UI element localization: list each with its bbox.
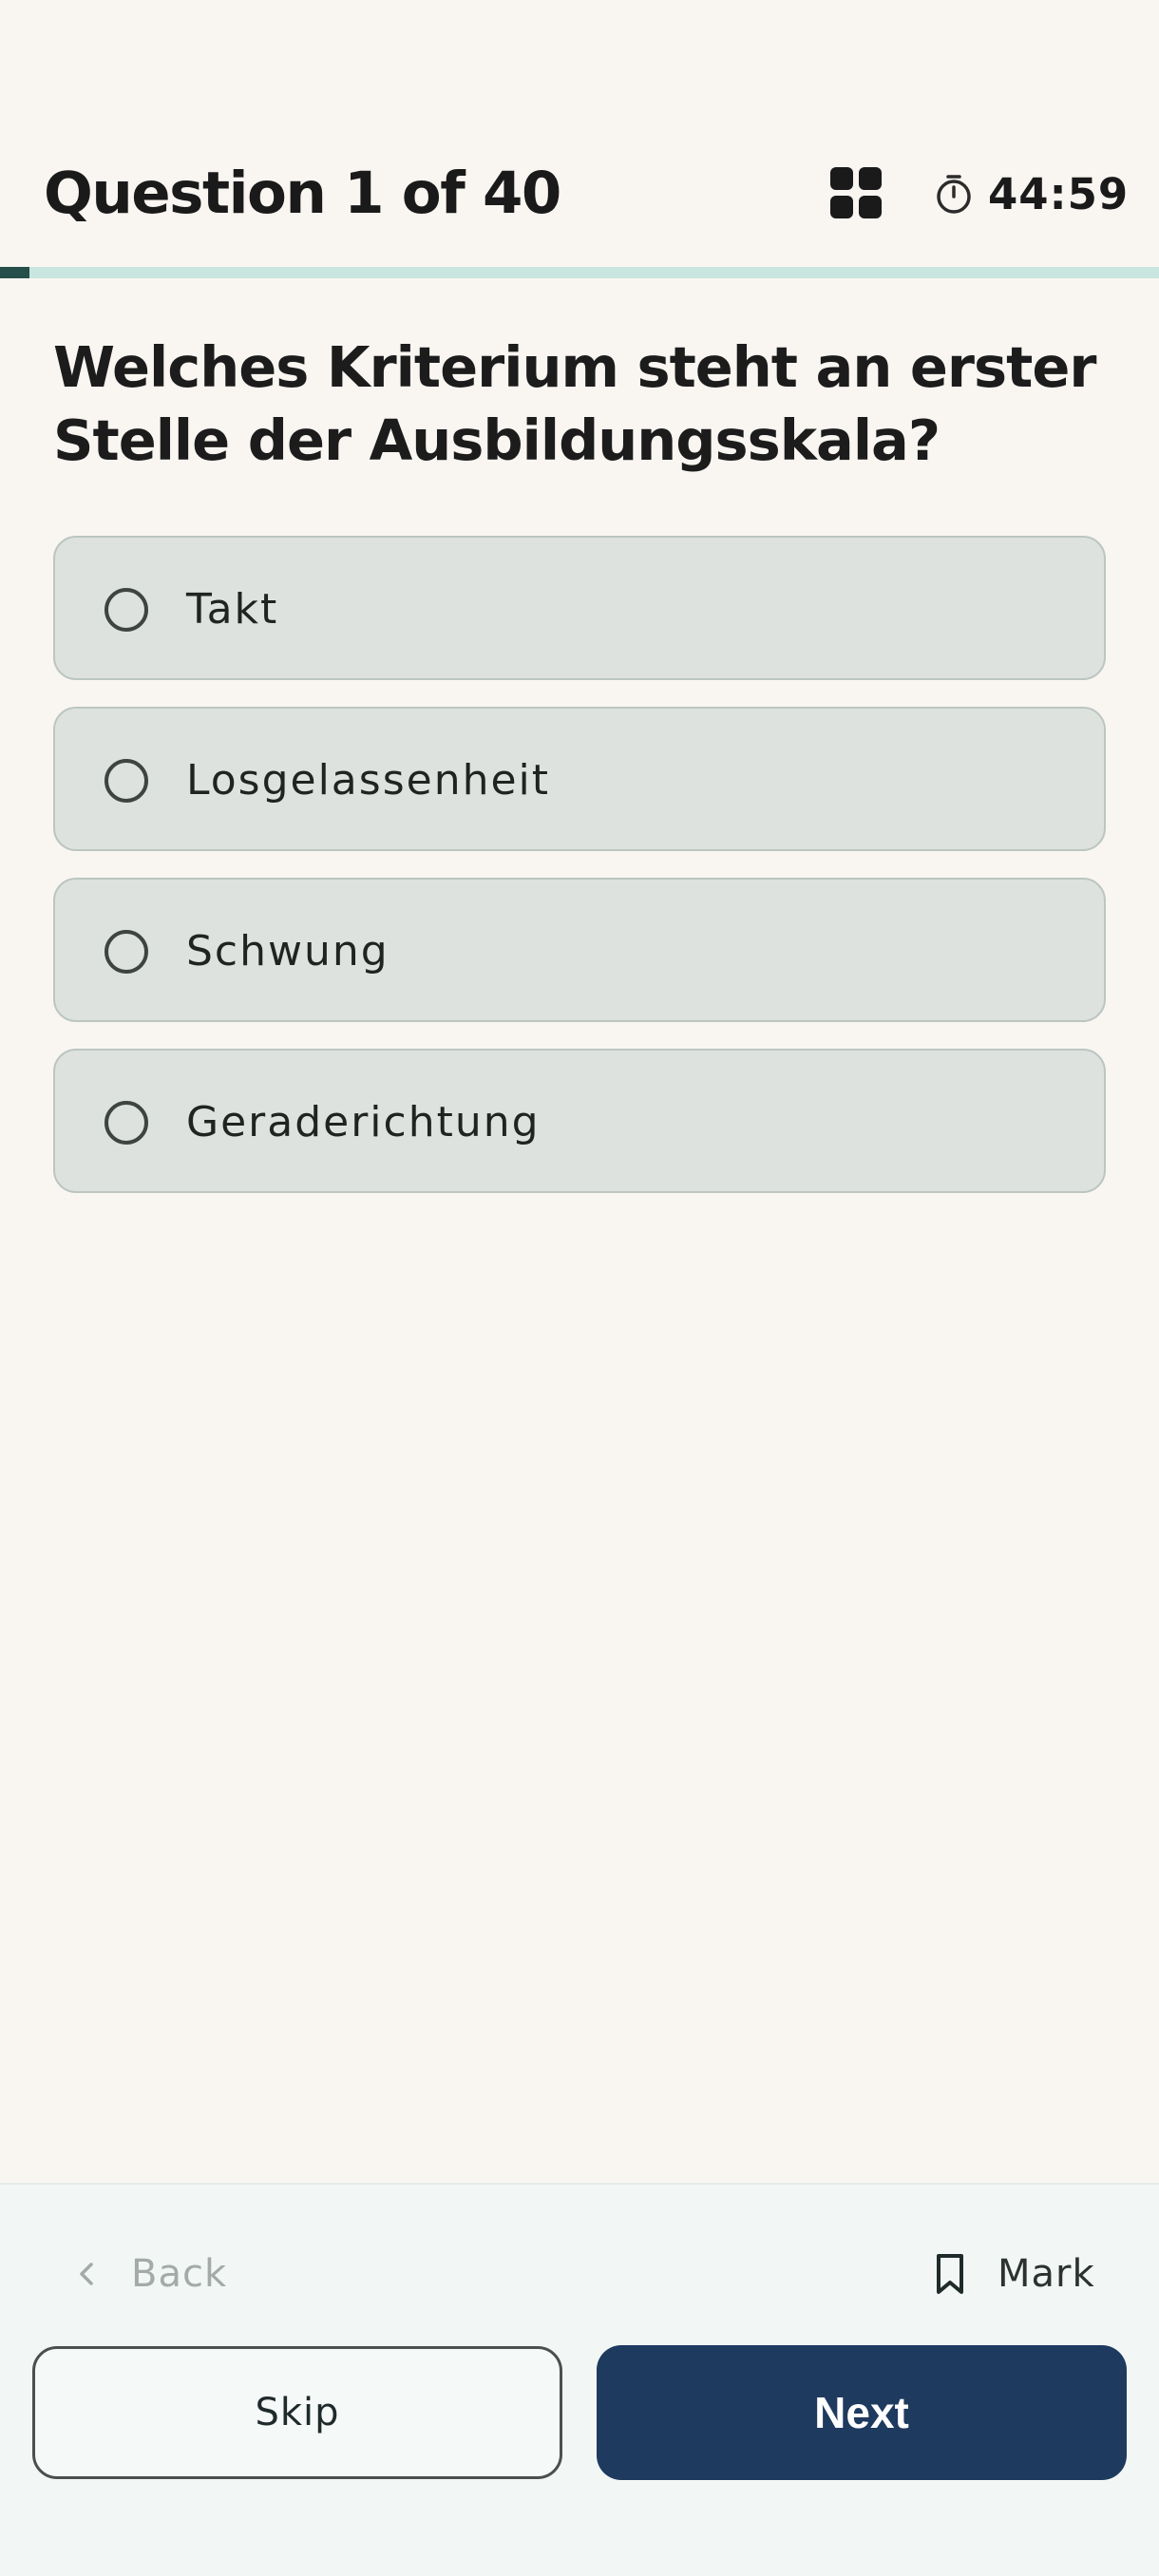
radio-button[interactable] bbox=[104, 759, 148, 803]
bookmark-icon bbox=[937, 2254, 963, 2294]
grid-cell bbox=[859, 167, 882, 190]
answer-option-label: Geraderichtung bbox=[186, 1098, 541, 1146]
question-counter: Question 1 of 40 bbox=[44, 160, 561, 227]
next-button[interactable]: Next bbox=[597, 2345, 1127, 2480]
next-label: Next bbox=[814, 2388, 909, 2437]
answer-option-label: Schwung bbox=[186, 927, 390, 975]
radio-button[interactable] bbox=[104, 930, 148, 974]
answer-option-label: Losgelassenheit bbox=[186, 756, 551, 805]
answer-option-label: Takt bbox=[186, 585, 279, 634]
answer-option[interactable]: Losgelassenheit bbox=[53, 707, 1106, 851]
back-button[interactable]: Back bbox=[72, 2245, 227, 2302]
mark-label: Mark bbox=[998, 2252, 1095, 2296]
skip-button[interactable]: Skip bbox=[32, 2346, 562, 2479]
timer-value: 44:59 bbox=[988, 168, 1130, 219]
mark-button[interactable]: Mark bbox=[931, 2245, 1095, 2302]
skip-label: Skip bbox=[255, 2391, 340, 2434]
answer-options: Takt Losgelassenheit Schwung Geradericht… bbox=[53, 536, 1106, 1220]
progress-bar bbox=[0, 267, 1159, 278]
grid-cell bbox=[830, 167, 853, 190]
question-text: Welches Kriterium steht an erster Stelle… bbox=[53, 334, 1096, 473]
chevron-left-icon bbox=[80, 2263, 93, 2285]
back-label: Back bbox=[131, 2252, 228, 2296]
grid-cell bbox=[830, 196, 853, 218]
timer: 44:59 bbox=[933, 168, 1130, 219]
answer-option[interactable]: Geraderichtung bbox=[53, 1049, 1106, 1193]
question-grid-icon[interactable] bbox=[830, 167, 882, 218]
quiz-header: Question 1 of 40 44:59 bbox=[0, 142, 1159, 247]
radio-button[interactable] bbox=[104, 588, 148, 632]
answer-option[interactable]: Schwung bbox=[53, 878, 1106, 1022]
grid-cell bbox=[859, 196, 882, 218]
radio-button[interactable] bbox=[104, 1101, 148, 1145]
stopwatch-icon bbox=[937, 175, 971, 214]
progress-fill bbox=[0, 267, 29, 278]
answer-option[interactable]: Takt bbox=[53, 536, 1106, 680]
quiz-screen: Question 1 of 40 44:59 Welches Kriterium… bbox=[0, 0, 1159, 2576]
bottom-action-bar: Back Mark Skip Next bbox=[0, 2183, 1159, 2576]
